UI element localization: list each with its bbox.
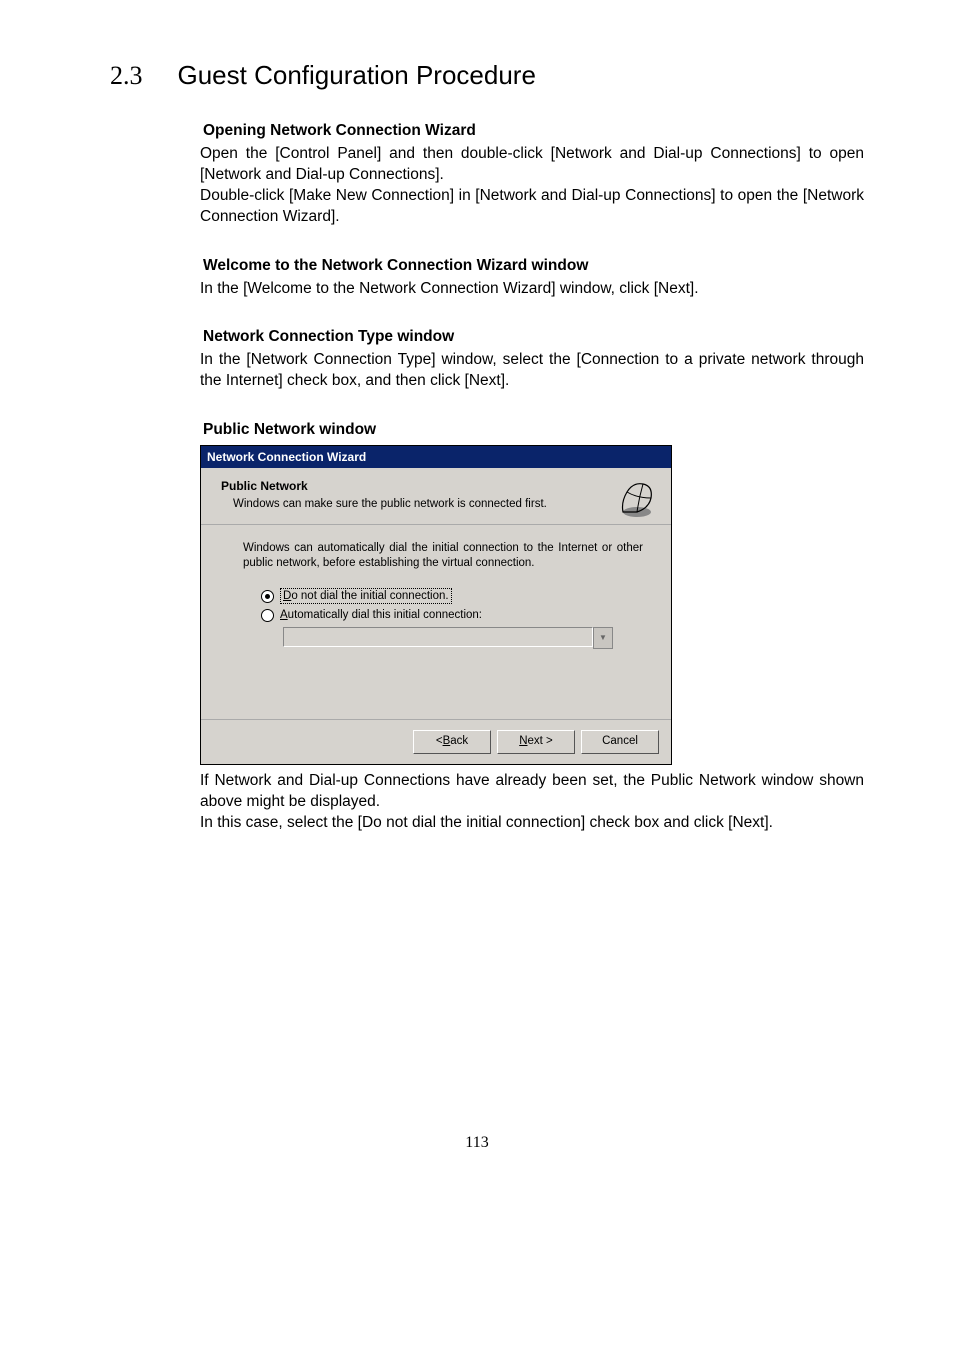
next-button[interactable]: Next > [497,730,575,754]
paragraph: In the [Welcome to the Network Connectio… [200,279,864,300]
heading-public-network: Public Network window [200,420,864,441]
chevron-down-icon: ▼ [593,627,613,649]
network-icon [617,478,657,518]
paragraph: Double-click [Make New Connection] in [N… [200,186,864,228]
dialog-screenshot: Network Connection Wizard Public Network… [200,445,672,765]
radio-label: Do not dial the initial connection. [280,588,452,604]
content-body: Opening Network Connection Wizard Open t… [90,121,864,834]
cancel-button[interactable]: Cancel [581,730,659,754]
paragraph: In the [Network Connection Type] window,… [200,350,864,392]
radio-icon [261,609,274,622]
dialog-header: Public Network Windows can make sure the… [201,468,671,525]
page-number: 113 [90,1134,864,1152]
radio-do-not-dial[interactable]: Do not dial the initial connection. [261,588,643,604]
heading-welcome-window: Welcome to the Network Connection Wizard… [200,256,864,277]
radio-auto-dial[interactable]: Automatically dial this initial connecti… [261,608,643,622]
heading-opening-wizard: Opening Network Connection Wizard [200,121,864,142]
section-title: Guest Configuration Procedure [178,60,536,91]
connection-dropdown[interactable]: ▼ [283,627,613,649]
dialog-titlebar: Network Connection Wizard [201,446,671,468]
paragraph: If Network and Dial-up Connections have … [200,771,864,813]
paragraph: In this case, select the [Do not dial th… [200,813,864,834]
heading-conn-type: Network Connection Type window [200,327,864,348]
dialog-header-sub: Windows can make sure the public network… [233,497,547,513]
radio-icon [261,590,274,603]
dialog-header-title: Public Network [221,478,547,494]
dropdown-field [283,627,593,647]
paragraph: Open the [Control Panel] and then double… [200,144,864,186]
dialog-intro-text: Windows can automatically dial the initi… [243,541,643,570]
section-header: 2.3 Guest Configuration Procedure [90,60,864,91]
section-number: 2.3 [110,61,143,91]
dialog-body: Windows can automatically dial the initi… [201,525,671,719]
dialog-button-row: < Back Next > Cancel [201,720,671,764]
radio-label: Automatically dial this initial connecti… [280,608,482,622]
back-button[interactable]: < Back [413,730,491,754]
